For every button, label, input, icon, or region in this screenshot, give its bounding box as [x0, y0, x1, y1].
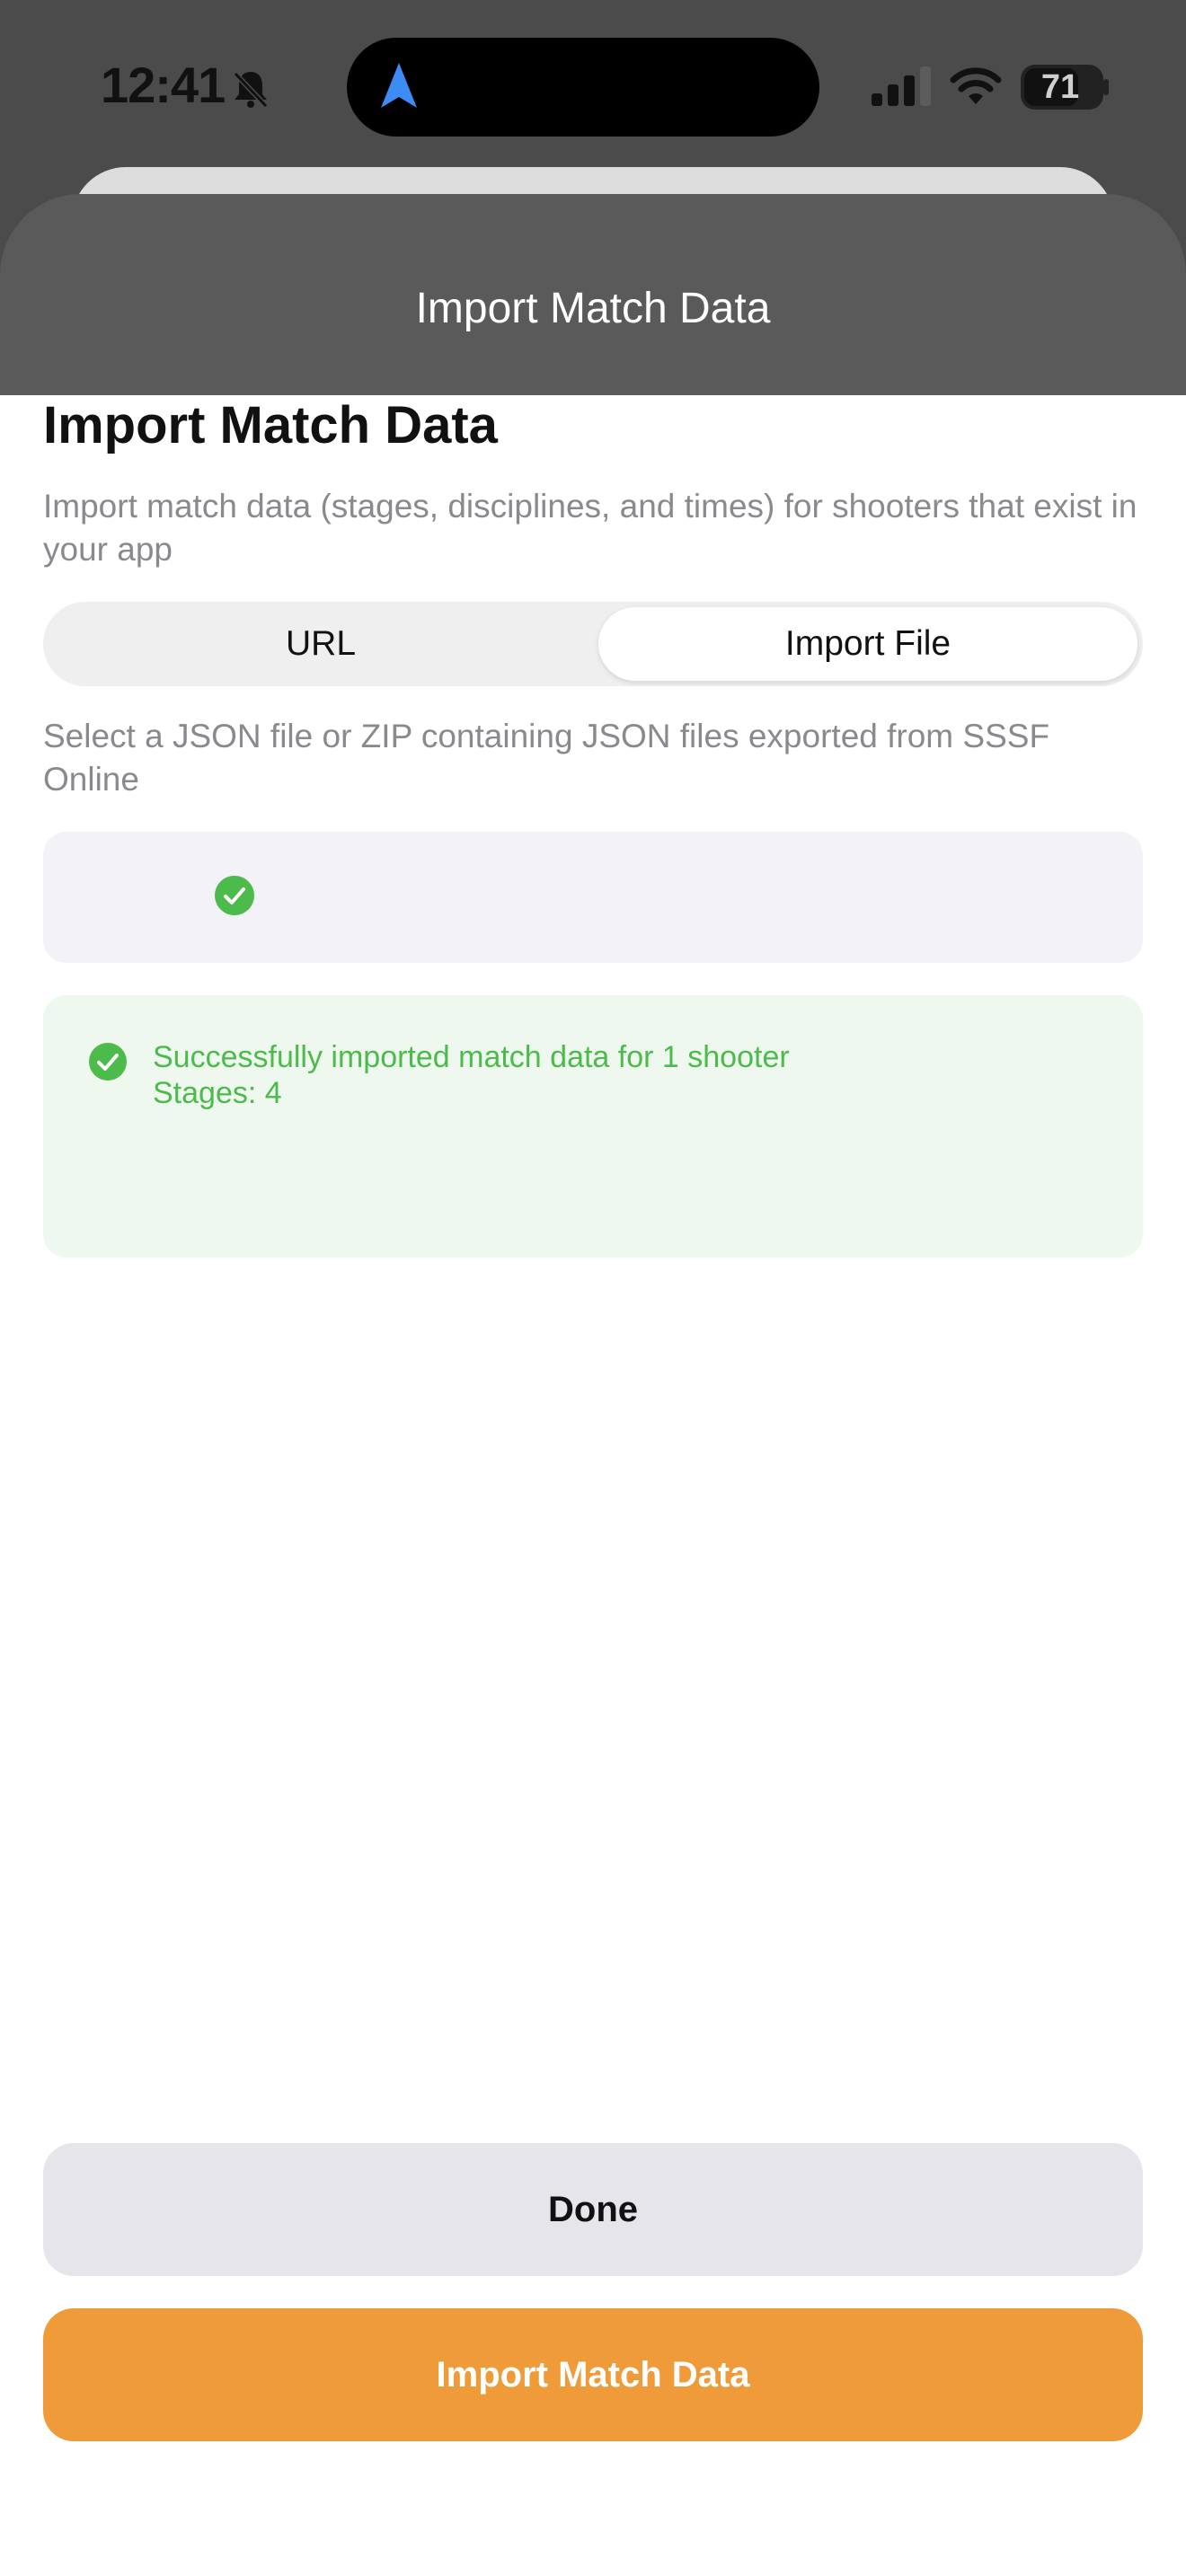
- cellular-signal-icon: [872, 66, 931, 106]
- page-subtitle: Import match data (stages, disciplines, …: [43, 488, 1137, 568]
- checkmark-circle-icon: [89, 1043, 127, 1081]
- location-arrow-icon: [381, 63, 417, 108]
- status-bar: 12:41 71: [0, 0, 1186, 171]
- wifi-icon: [950, 67, 1002, 104]
- bell-slash-icon: [233, 71, 269, 109]
- done-button[interactable]: Done: [43, 2143, 1143, 2276]
- result-stages: Stages: 4: [153, 1076, 282, 1110]
- import-mode-segmented-control: URL Import File: [43, 602, 1143, 686]
- battery-tip: [1103, 79, 1109, 95]
- file-helper-text: Select a JSON file or ZIP containing JSO…: [43, 718, 1050, 798]
- page-title: Import Match Data: [43, 396, 498, 454]
- battery-percentage: 71: [1040, 68, 1080, 106]
- selected-file-card[interactable]: [43, 832, 1143, 963]
- checkmark-circle-icon: [215, 876, 254, 915]
- status-time: 12:41: [101, 57, 226, 113]
- import-result-card: Successfully imported match data for 1 s…: [43, 995, 1143, 1257]
- nav-title: Import Match Data: [415, 285, 771, 332]
- segment-import-file[interactable]: Import File: [598, 607, 1137, 681]
- screen: 12:41 71 Import Match Data Import Match …: [0, 0, 1186, 2576]
- segment-url[interactable]: URL: [49, 607, 593, 681]
- result-message: Successfully imported match data for 1 s…: [153, 1040, 790, 1074]
- import-match-data-button[interactable]: Import Match Data: [43, 2308, 1143, 2441]
- battery-icon: 71: [1021, 65, 1103, 110]
